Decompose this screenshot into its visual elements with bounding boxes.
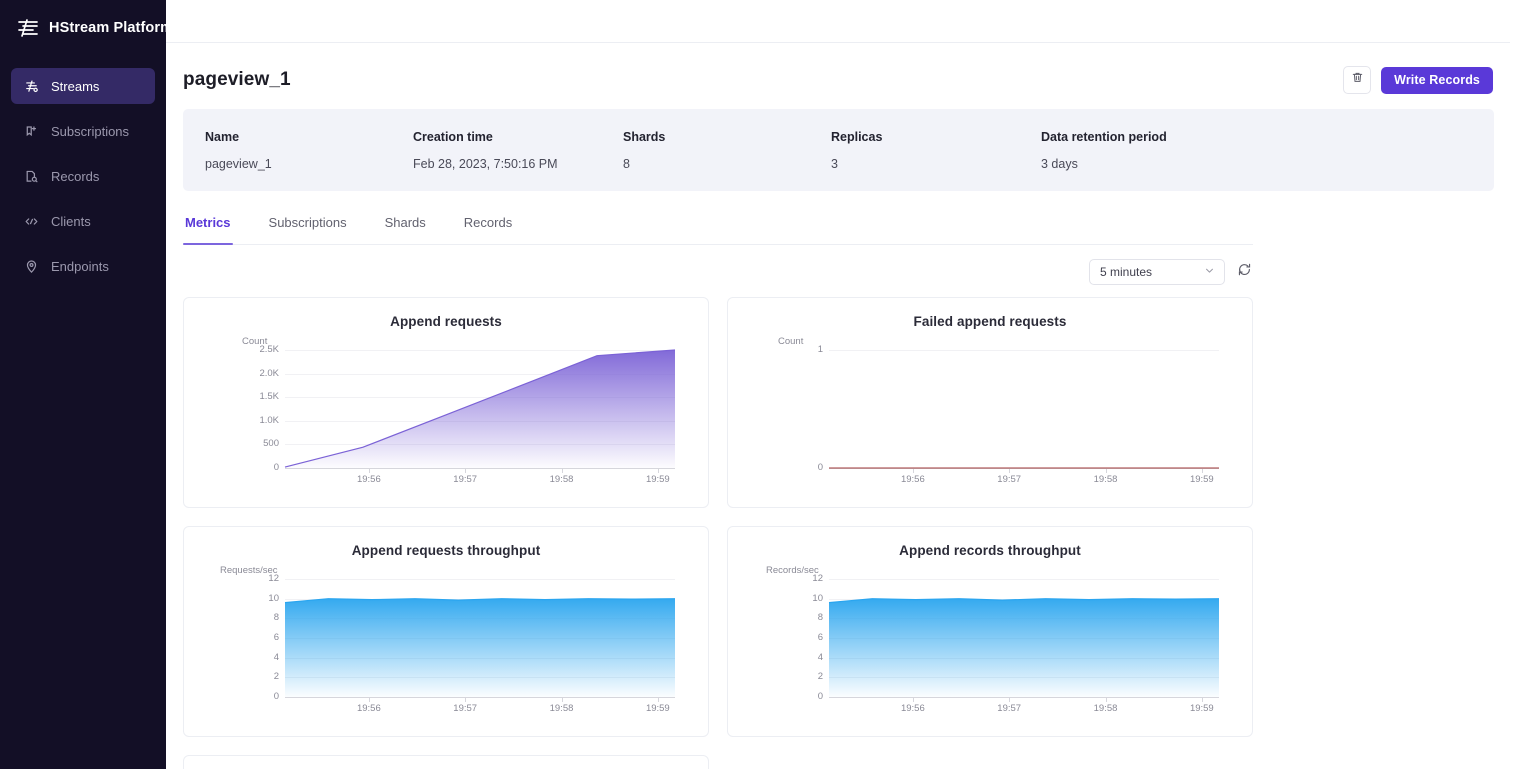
info-value: 3 days	[1041, 157, 1167, 171]
page-header: pageview_1 Write Records	[183, 59, 1494, 101]
info-field-data-retention-period: Data retention period 3 days	[1041, 130, 1167, 171]
records-icon	[23, 168, 39, 184]
content-area: pageview_1 Write Records	[166, 43, 1520, 769]
info-field-name: Name pageview_1	[205, 130, 413, 171]
sidebar-item-streams[interactable]: Streams	[11, 68, 155, 104]
tab-metrics[interactable]: Metrics	[183, 215, 239, 244]
sidebar-item-label: Clients	[51, 214, 91, 229]
chart-plot-area: 05001.0K1.5K2.0K2.5K19:5619:5719:5819:59	[184, 298, 710, 509]
info-field-creation-time: Creation time Feb 28, 2023, 7:50:16 PM	[413, 130, 623, 171]
trash-icon	[1351, 71, 1364, 89]
streams-icon	[23, 78, 39, 94]
time-range-select[interactable]: 5 minutes	[1089, 259, 1225, 285]
main-content: pageview_1 Write Records	[166, 0, 1520, 769]
info-field-replicas: Replicas 3	[831, 130, 1041, 171]
info-value: 3	[831, 157, 1041, 171]
sidebar: HStream Platform Streams	[0, 0, 166, 769]
write-records-button[interactable]: Write Records	[1381, 67, 1493, 94]
chart-card-failed-append-requests: Failed append requests Count 0119:5619:5…	[727, 297, 1253, 508]
chart-card-append-records-throughput: Append records throughput Records/sec 02…	[727, 526, 1253, 737]
hstream-logo-icon	[16, 18, 40, 38]
chart-series	[184, 298, 710, 509]
chart-plot-area: 02468101219:5619:5719:5819:59	[184, 527, 710, 738]
topbar	[166, 0, 1510, 43]
sidebar-item-label: Streams	[51, 79, 99, 94]
stream-info-card: Name pageview_1 Creation time Feb 28, 20…	[183, 109, 1494, 191]
metrics-chart-grid: Append requests Count 05001.0K1.5K2.0K2.…	[183, 297, 1253, 769]
refresh-icon	[1237, 262, 1252, 282]
tab-records[interactable]: Records	[456, 215, 520, 244]
subscriptions-icon	[23, 123, 39, 139]
header-actions: Write Records	[1343, 66, 1493, 94]
sidebar-item-label: Records	[51, 169, 99, 184]
page-title: pageview_1	[183, 69, 291, 91]
tab-subscriptions[interactable]: Subscriptions	[261, 215, 355, 244]
sidebar-item-label: Endpoints	[51, 259, 109, 274]
chart-card-append-requests: Append requests Count 05001.0K1.5K2.0K2.…	[183, 297, 709, 508]
chart-series	[184, 527, 710, 738]
chart-plot-area: 02468101219:5619:5719:5819:59	[728, 527, 1254, 738]
metrics-toolbar: 5 minutes	[183, 259, 1253, 285]
detail-tabs: Metrics Subscriptions Shards Records	[183, 215, 1253, 245]
sidebar-item-clients[interactable]: Clients	[11, 203, 155, 239]
info-value: pageview_1	[205, 157, 413, 171]
time-range-value: 5 minutes	[1100, 265, 1152, 279]
info-label: Creation time	[413, 130, 623, 144]
refresh-button[interactable]	[1235, 263, 1253, 281]
tab-shards[interactable]: Shards	[377, 215, 434, 244]
info-value: 8	[623, 157, 831, 171]
chart-series	[728, 298, 1254, 509]
endpoints-pin-icon	[23, 258, 39, 274]
chart-plot-area: 0119:5619:5719:5819:59	[728, 298, 1254, 509]
info-field-shards: Shards 8	[623, 130, 831, 171]
chart-card-append-requests-throughput: Append requests throughput Requests/sec …	[183, 526, 709, 737]
sidebar-nav: Streams Subscriptions	[0, 68, 166, 284]
sidebar-item-records[interactable]: Records	[11, 158, 155, 194]
info-label: Data retention period	[1041, 130, 1167, 144]
clients-code-icon	[23, 213, 39, 229]
chart-card-append-bytes-throughput: Append bytes throughput	[183, 755, 709, 769]
sidebar-item-subscriptions[interactable]: Subscriptions	[11, 113, 155, 149]
chart-series	[728, 527, 1254, 738]
info-label: Name	[205, 130, 413, 144]
chevron-down-icon	[1204, 265, 1215, 279]
delete-stream-button[interactable]	[1343, 66, 1371, 94]
sidebar-item-label: Subscriptions	[51, 124, 129, 139]
info-label: Replicas	[831, 130, 1041, 144]
brand-name: HStream Platform	[49, 20, 173, 36]
brand[interactable]: HStream Platform	[0, 0, 166, 44]
info-label: Shards	[623, 130, 831, 144]
sidebar-item-endpoints[interactable]: Endpoints	[11, 248, 155, 284]
info-value: Feb 28, 2023, 7:50:16 PM	[413, 157, 623, 171]
